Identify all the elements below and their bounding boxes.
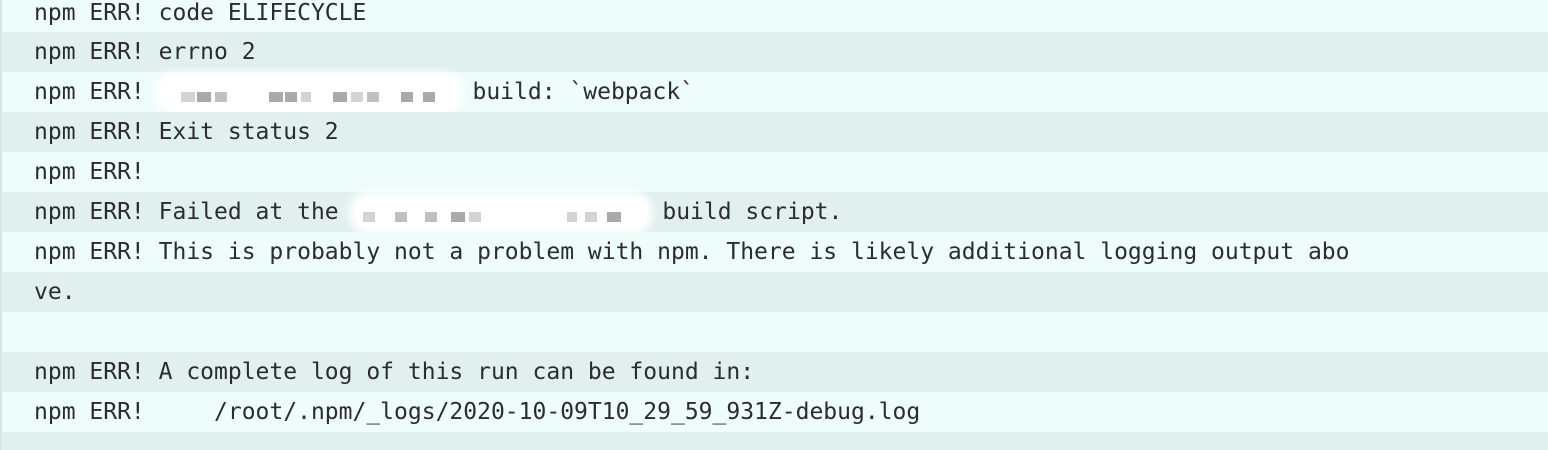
- log-line: npm ERR! Failed at the build script.: [2, 192, 1548, 232]
- log-prefix: npm ERR!: [34, 79, 145, 105]
- log-text: code ELIFECYCLE: [144, 0, 367, 26]
- log-prefix: npm ERR!: [34, 359, 145, 385]
- log-line: [2, 312, 1548, 352]
- log-prefix: npm ERR!: [34, 159, 145, 185]
- log-line: ve.: [2, 272, 1548, 312]
- terminal-output: npm ERR! code ELIFECYCLE npm ERR! errno …: [0, 0, 1548, 450]
- log-line: npm ERR! Exit status 2: [2, 112, 1548, 152]
- log-line: npm ERR! code ELIFECYCLE: [2, 0, 1548, 32]
- log-prefix: npm ERR!: [34, 199, 145, 225]
- log-line-empty: [2, 432, 1548, 450]
- log-prefix: npm ERR!: [34, 0, 145, 26]
- log-text: build script.: [648, 199, 843, 225]
- log-line: npm ERR! build: `webpack`: [2, 72, 1548, 112]
- log-text: errno 2: [144, 39, 256, 65]
- log-line: npm ERR!: [2, 152, 1548, 192]
- log-text: ve.: [34, 279, 76, 305]
- log-line: npm ERR! errno 2: [2, 32, 1548, 72]
- redacted-package-name: [160, 76, 457, 109]
- log-line: npm ERR! /root/.npm/_logs/2020-10-09T10_…: [2, 392, 1548, 432]
- redacted-package-name: [354, 196, 647, 229]
- log-line: npm ERR! This is probably not a problem …: [2, 232, 1548, 272]
- log-prefix: npm ERR!: [34, 399, 145, 425]
- log-prefix: npm ERR!: [34, 239, 145, 265]
- log-prefix: npm ERR!: [34, 39, 145, 65]
- log-text: Failed at the: [144, 199, 353, 225]
- log-text: Exit status 2: [144, 119, 339, 145]
- log-file-path[interactable]: /root/.npm/_logs/2020-10-09T10_29_59_931…: [145, 399, 920, 425]
- log-text: A complete log of this run can be found …: [144, 359, 755, 385]
- log-line: npm ERR! A complete log of this run can …: [2, 352, 1548, 392]
- log-prefix: npm ERR!: [34, 119, 145, 145]
- log-text: This is probably not a problem with npm.…: [144, 239, 1350, 265]
- log-text: build: `webpack`: [458, 79, 695, 105]
